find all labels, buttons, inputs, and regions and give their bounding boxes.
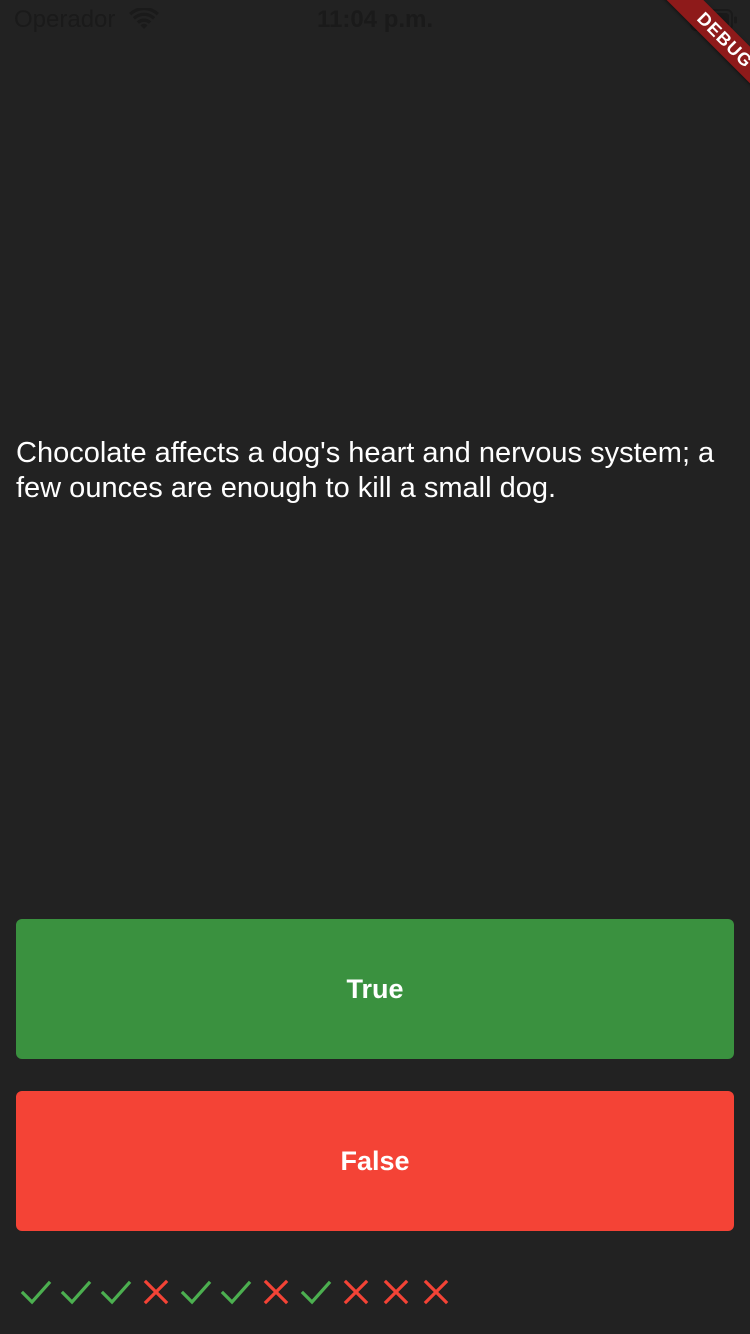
close-icon: [140, 1275, 180, 1309]
question-text: Chocolate affects a dog's heart and nerv…: [16, 437, 715, 504]
status-clock: 11:04 p.m.: [316, 6, 434, 33]
false-button[interactable]: False: [16, 1091, 734, 1231]
check-icon: [60, 1275, 100, 1309]
close-icon: [260, 1275, 300, 1309]
close-icon: [420, 1275, 460, 1309]
check-icon: [20, 1275, 60, 1309]
true-button[interactable]: True: [16, 919, 734, 1059]
false-button-label: False: [340, 1145, 410, 1176]
question-area: Chocolate affects a dog's heart and nerv…: [16, 436, 734, 506]
battery-icon: [690, 9, 738, 31]
check-icon: [180, 1275, 220, 1309]
check-icon: [100, 1275, 140, 1309]
close-icon: [340, 1275, 380, 1309]
check-icon: [220, 1275, 260, 1309]
status-bar: Operador 11:04 p.m.: [0, 0, 750, 40]
check-icon: [300, 1275, 340, 1309]
close-icon: [380, 1275, 420, 1309]
score-keeper: [20, 1275, 460, 1309]
true-button-label: True: [346, 973, 404, 1004]
